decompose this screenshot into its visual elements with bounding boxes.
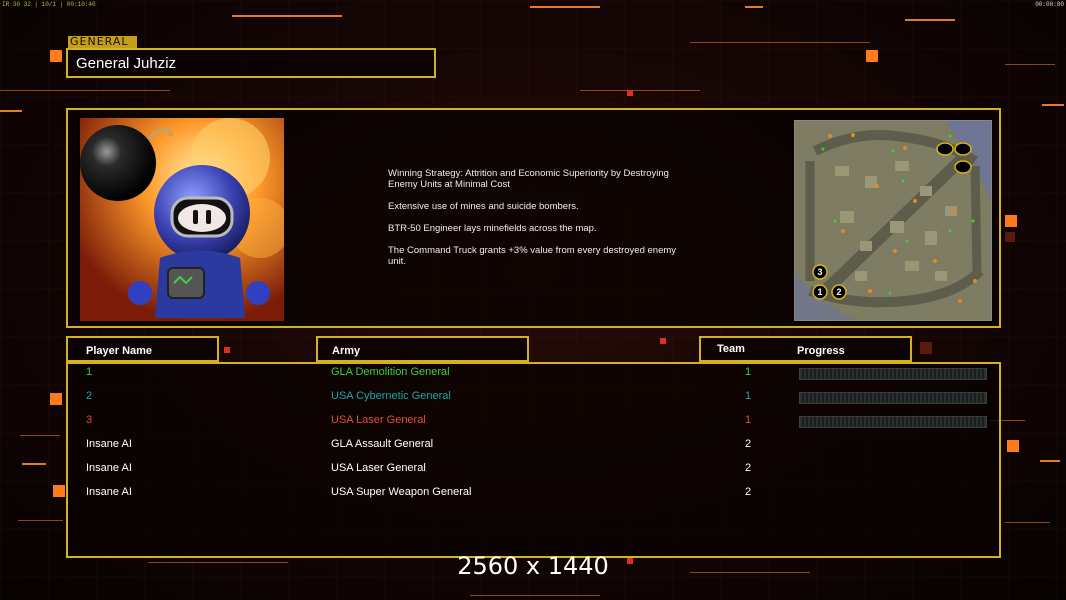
deco-line [470,595,600,596]
map-preview[interactable]: 3 1 2 [794,120,992,321]
deco-line [22,463,46,465]
general-tag: GENERAL [68,36,137,48]
header-army: Army [332,345,361,357]
general-name: General Juhziz [76,55,177,72]
start-marker-1: 1 [817,287,822,297]
deco-square [224,347,230,353]
deco-line [580,90,700,91]
strategy-line: The Command Truck grants +3% value from … [388,245,677,267]
deco-square [50,393,62,405]
deco-line [232,15,342,17]
strategy-text: Winning Strategy: Attrition and Economic… [388,168,698,278]
start-marker-3: 3 [817,267,822,277]
header-player-name-box[interactable]: Player Name [66,336,219,362]
bomber-portrait-icon [80,118,284,321]
deco-square [866,50,878,62]
deco-line [0,110,22,112]
deco-square [920,342,932,354]
deco-square [1005,232,1015,242]
strategy-line: Winning Strategy: Attrition and Economic… [388,168,669,190]
deco-square [50,50,62,62]
header-team: Team [717,343,745,355]
start-marker-2: 2 [836,287,841,297]
deco-square [53,485,65,497]
header-team-progress-box[interactable]: Team Progress [699,336,912,362]
player-table [66,362,1001,558]
deco-line [905,19,955,21]
header-progress: Progress [797,345,845,357]
deco-line [0,90,170,91]
deco-line [18,520,63,521]
deco-square [1005,215,1017,227]
header-player-name: Player Name [86,345,153,357]
strategy-line: BTR-50 Engineer lays minefields across t… [388,223,597,234]
clock-readout: 00:00:00 [1035,1,1064,8]
strategy-line: Extensive use of mines and suicide bombe… [388,201,579,212]
deco-line [690,42,870,43]
deco-square [627,90,633,96]
general-portrait [80,118,284,321]
deco-square [1007,440,1019,452]
deco-line [745,6,763,8]
deco-line [1040,460,1060,462]
deco-line [20,435,60,436]
deco-line [1042,104,1064,106]
deco-line [530,6,600,8]
header-army-box[interactable]: Army [316,336,529,362]
deco-line [1005,522,1050,523]
deco-square [660,338,666,344]
deco-line [1005,64,1055,65]
fps-readout: IR 30 32 | 10/1 | 00:10:40 [2,1,96,8]
start-positions: 3 1 2 [812,264,847,300]
general-name-box: General Juhziz [66,48,436,78]
resolution-overlay: 2560 x 1440 [457,552,609,580]
